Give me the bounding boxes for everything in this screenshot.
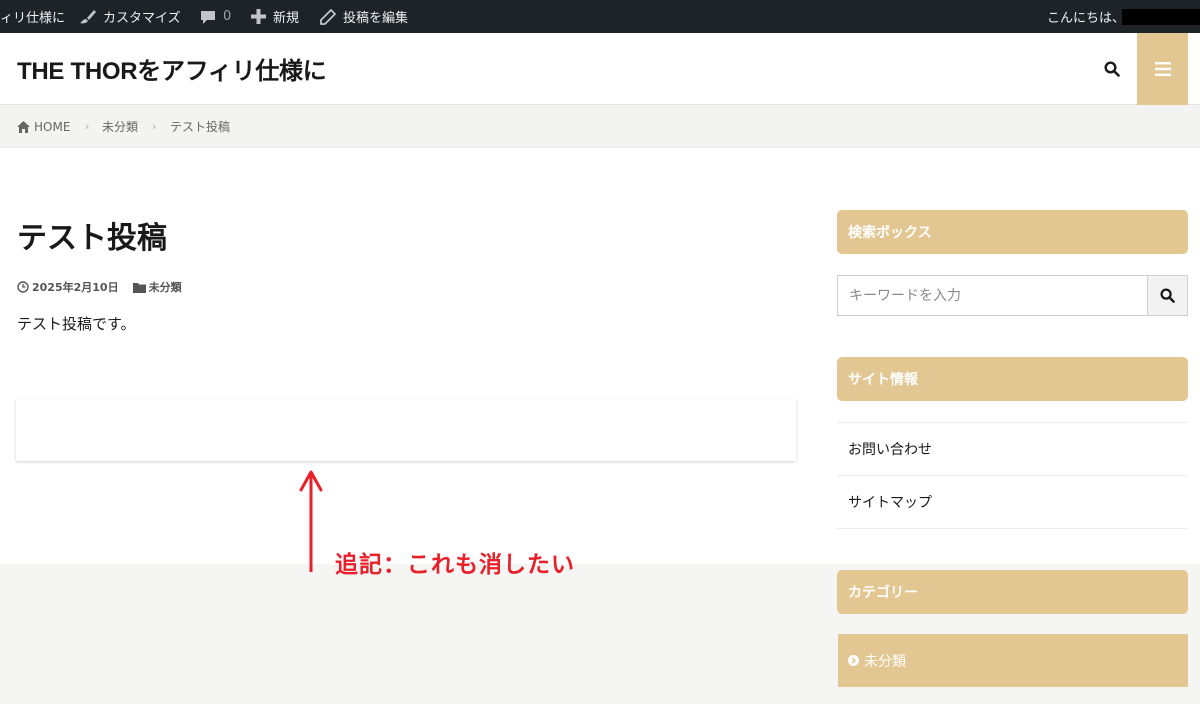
post-body: テスト投稿です。	[17, 315, 136, 333]
divider	[837, 528, 1188, 529]
chevron-circle-right-icon	[848, 655, 859, 666]
site-title[interactable]: THE THORをアフィリ仕様に	[17, 51, 327, 86]
breadcrumb-category-label: 未分類	[102, 120, 139, 134]
paintbrush-icon	[78, 9, 96, 25]
sidebar-category-item[interactable]: 未分類	[838, 634, 1188, 687]
pencil-icon	[320, 8, 336, 25]
widget-title-site-info: サイト情報	[837, 357, 1188, 401]
post-date-text: 2025年2月10日	[32, 281, 119, 294]
post-title: テスト投稿	[17, 221, 167, 256]
search-icon	[1104, 61, 1120, 77]
redacted-username	[1122, 9, 1200, 25]
widget-title-search: 検索ボックス	[837, 210, 1188, 254]
comment-bubble-icon	[200, 9, 216, 25]
sidebar-search-submit[interactable]	[1147, 276, 1187, 315]
clock-icon	[17, 281, 29, 293]
admin-bar-edit-post-label: 投稿を編集	[343, 11, 409, 26]
breadcrumb-current: テスト投稿	[170, 105, 230, 148]
admin-bar-site-name[interactable]: ィリ仕様に	[0, 0, 65, 33]
admin-bar-account[interactable]: こんにちは、	[1047, 0, 1125, 33]
admin-bar-comments[interactable]: 0	[200, 0, 231, 33]
admin-bar-comment-count: 0	[223, 9, 232, 24]
sidebar-link-contact[interactable]: お問い合わせ	[837, 422, 1188, 475]
widget-title-category: カテゴリー	[837, 570, 1188, 614]
annotation-text: 追記：これも消したい	[335, 552, 575, 578]
chevron-right-icon: ›	[152, 120, 157, 133]
admin-bar-new-label: 新規	[273, 11, 300, 26]
admin-bar-customize[interactable]: カスタマイズ	[78, 0, 181, 33]
admin-bar: ィリ仕様に カスタマイズ 0 新規 投稿を編集 こんにちは、	[0, 0, 1200, 33]
post-meta: 2025年2月10日 未分類	[17, 279, 196, 295]
plus-icon	[251, 9, 266, 24]
hamburger-menu-button[interactable]	[1137, 33, 1188, 105]
sidebar-link-sitemap[interactable]: サイトマップ	[837, 475, 1188, 528]
admin-bar-edit-post[interactable]: 投稿を編集	[320, 0, 408, 33]
admin-bar-site-name-label: ィリ仕様に	[0, 11, 66, 26]
breadcrumb-current-label: テスト投稿	[170, 120, 231, 134]
breadcrumb-home[interactable]: HOME	[17, 105, 70, 148]
chevron-right-icon: ›	[85, 120, 90, 133]
search-icon	[1160, 288, 1175, 303]
annotation-arrow-up-icon	[299, 470, 323, 572]
breadcrumb-category[interactable]: 未分類	[102, 105, 138, 148]
site-header: THE THORをアフィリ仕様に	[0, 33, 1200, 105]
sidebar-search-form	[837, 275, 1188, 316]
sidebar-search-input[interactable]	[838, 276, 1147, 315]
folder-icon	[132, 282, 146, 293]
post-category[interactable]: 未分類	[132, 279, 182, 295]
breadcrumb: HOME › 未分類 › テスト投稿	[0, 105, 1200, 148]
post-category-text: 未分類	[148, 281, 182, 294]
header-search-button[interactable]	[1100, 57, 1124, 81]
sidebar-category-label: 未分類	[864, 653, 906, 670]
hamburger-icon	[1154, 62, 1171, 76]
admin-bar-new[interactable]: 新規	[251, 0, 299, 33]
breadcrumb-home-label: HOME	[34, 119, 71, 134]
admin-bar-greeting: こんにちは、	[1047, 11, 1126, 26]
home-icon	[17, 120, 30, 133]
empty-content-box	[16, 399, 796, 461]
post-date: 2025年2月10日	[17, 279, 119, 295]
admin-bar-customize-label: カスタマイズ	[103, 11, 181, 26]
